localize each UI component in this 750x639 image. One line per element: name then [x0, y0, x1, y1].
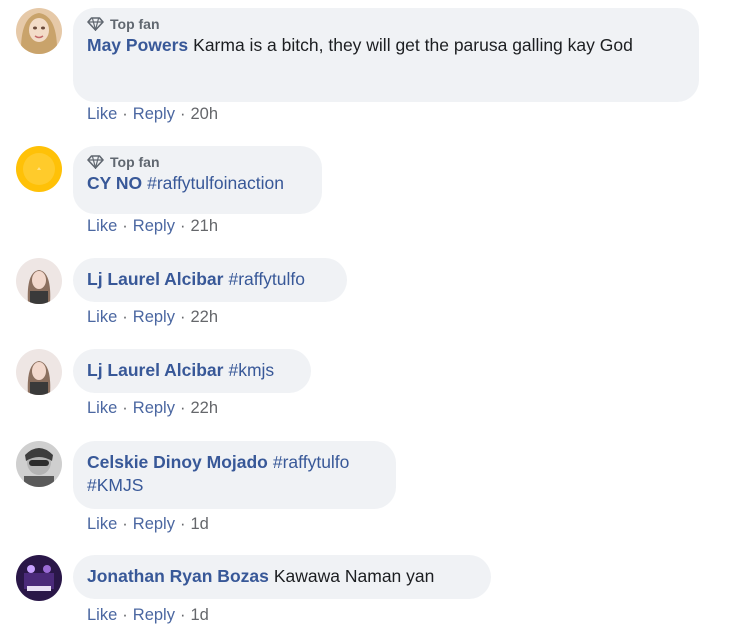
author-name[interactable]: Lj Laurel Alcibar [87, 360, 223, 380]
comment-bubble: Lj Laurel Alcibar #kmjs [73, 349, 311, 393]
timestamp[interactable]: 21h [190, 217, 218, 235]
hashtag-link[interactable]: #raffytulfo [273, 452, 350, 472]
like-link[interactable]: Like [87, 105, 117, 123]
comment-actions: Like · Reply · 22h [87, 308, 218, 327]
comment-actions: Like · Reply · 22h [87, 399, 218, 418]
hashtag-link[interactable]: #raffytulfoinaction [147, 173, 284, 193]
reply-link[interactable]: Reply [133, 606, 175, 624]
badge-label: Top fan [110, 154, 160, 170]
diamond-icon [87, 155, 104, 169]
timestamp[interactable]: 1d [190, 606, 208, 624]
like-link[interactable]: Like [87, 515, 117, 533]
top-fan-badge: Top fan [87, 14, 685, 34]
separator-dot: · [179, 399, 186, 417]
separator-dot: · [179, 308, 186, 326]
comment-text: Lj Laurel Alcibar #raffytulfo [87, 268, 333, 291]
separator-dot: · [179, 606, 186, 624]
diamond-icon [87, 17, 104, 31]
comment-bubble: Top fan CY NO #raffytulfoinaction [73, 146, 322, 214]
reply-link[interactable]: Reply [133, 105, 175, 123]
separator-dot: · [122, 308, 128, 326]
separator-dot: · [179, 105, 186, 123]
like-link[interactable]: Like [87, 308, 117, 326]
like-link[interactable]: Like [87, 399, 117, 417]
separator-dot: · [122, 217, 128, 235]
avatar[interactable] [16, 441, 62, 487]
comment-body: Kawawa Naman yan [273, 566, 435, 586]
comment-body: Karma is a bitch, they will get the paru… [193, 35, 633, 55]
comment-actions: Like · Reply · 21h [87, 217, 218, 236]
badge-label: Top fan [110, 16, 160, 32]
comment-actions: Like · Reply · 20h [87, 105, 218, 124]
author-name[interactable]: May Powers [87, 35, 188, 55]
hashtag-link[interactable]: #kmjs [228, 360, 274, 380]
like-link[interactable]: Like [87, 606, 117, 624]
reply-link[interactable]: Reply [133, 217, 175, 235]
comment-text: Jonathan Ryan Bozas Kawawa Naman yan [87, 565, 477, 588]
separator-dot: · [122, 606, 128, 624]
comment-text: Celskie Dinoy Mojado #raffytulfo #KMJS [87, 451, 382, 497]
top-fan-badge: Top fan [87, 152, 308, 172]
reply-link[interactable]: Reply [133, 308, 175, 326]
comment-bubble: Jonathan Ryan Bozas Kawawa Naman yan [73, 555, 491, 599]
timestamp[interactable]: 1d [190, 515, 208, 533]
reply-link[interactable]: Reply [133, 399, 175, 417]
avatar[interactable] [16, 258, 62, 304]
author-name[interactable]: Celskie Dinoy Mojado [87, 452, 268, 472]
avatar[interactable] [16, 8, 62, 54]
like-link[interactable]: Like [87, 217, 117, 235]
hashtag-link[interactable]: #KMJS [87, 475, 143, 495]
separator-dot: · [122, 515, 128, 533]
comment-bubble: Top fan May Powers Karma is a bitch, they… [73, 8, 699, 102]
comment-actions: Like · Reply · 1d [87, 606, 209, 625]
author-name[interactable]: CY NO [87, 173, 142, 193]
separator-dot: · [122, 399, 128, 417]
comment-text: Lj Laurel Alcibar #kmjs [87, 359, 297, 382]
comment-text: CY NO #raffytulfoinaction [87, 172, 308, 195]
comment-text: May Powers Karma is a bitch, they will ge… [87, 34, 685, 57]
hashtag-link[interactable]: #raffytulfo [228, 269, 305, 289]
timestamp[interactable]: 20h [190, 105, 218, 123]
reply-link[interactable]: Reply [133, 515, 175, 533]
author-name[interactable]: Jonathan Ryan Bozas [87, 566, 269, 586]
comment-actions: Like · Reply · 1d [87, 515, 209, 534]
separator-dot: · [179, 515, 186, 533]
comment-bubble: Lj Laurel Alcibar #raffytulfo [73, 258, 347, 302]
author-name[interactable]: Lj Laurel Alcibar [87, 269, 223, 289]
avatar[interactable] [16, 555, 62, 601]
timestamp[interactable]: 22h [190, 308, 218, 326]
avatar[interactable] [16, 349, 62, 395]
separator-dot: · [122, 105, 128, 123]
separator-dot: · [179, 217, 186, 235]
comment-bubble: Celskie Dinoy Mojado #raffytulfo #KMJS [73, 441, 396, 509]
timestamp[interactable]: 22h [190, 399, 218, 417]
avatar[interactable] [16, 146, 62, 192]
